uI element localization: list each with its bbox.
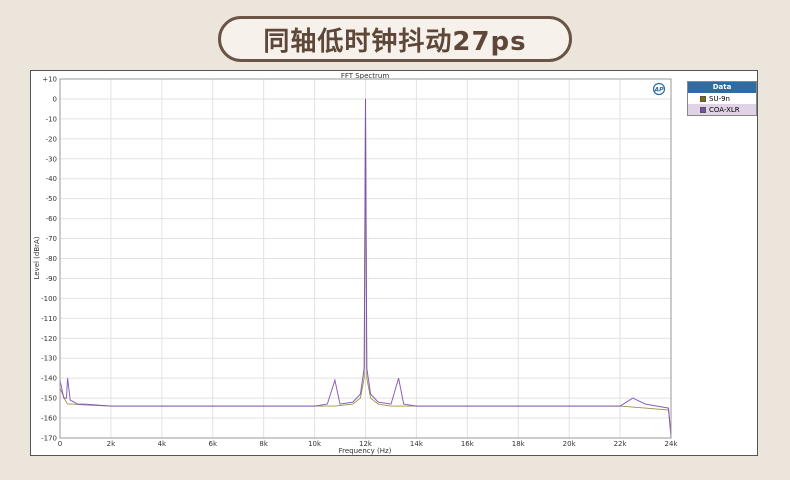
fft-chart: FFT Spectrum +100-10-20-30-40-50-60-70-8…: [33, 72, 679, 455]
y-tick-label: -100: [41, 295, 57, 303]
y-tick-label: -20: [46, 135, 57, 143]
y-tick-label: -60: [46, 215, 57, 223]
y-tick-label: -70: [46, 235, 57, 243]
y-tick-label: -120: [41, 335, 57, 343]
x-tick-label: 22k: [614, 440, 628, 448]
y-tick-label: -10: [46, 115, 57, 123]
legend-swatch-su9n: [700, 95, 706, 102]
x-tick-label: 0: [58, 440, 62, 448]
y-axis-label: Level (dBrA): [33, 236, 41, 279]
y-tick-label: -160: [41, 415, 57, 423]
x-tick-label: 8k: [259, 440, 268, 448]
x-axis-label: Frequency (Hz): [339, 447, 392, 455]
ap-logo-text: AP: [653, 87, 664, 94]
x-tick-label: 2k: [107, 440, 116, 448]
y-tick-label: -90: [46, 275, 57, 283]
y-tick-label: -110: [41, 315, 57, 323]
x-tick-label: 14k: [410, 440, 424, 448]
y-tick-label: +10: [42, 76, 57, 84]
x-tick-label: 10k: [308, 440, 322, 448]
x-tick-label: 24k: [665, 440, 679, 448]
y-tick-label: -150: [41, 395, 57, 403]
x-tick-label: 6k: [208, 440, 217, 448]
y-tick-labels: +10 0 -10 -20 -30 -40 -50 -60 -70 -80 -90 -100 -110 -…: [41, 76, 57, 443]
legend-swatch-coa-xlr: [700, 106, 706, 113]
y-tick-label: -130: [41, 355, 57, 363]
legend-item-su9n[interactable]: SU-9n: [688, 93, 756, 104]
legend-label-su9n: SU-9n: [709, 94, 730, 103]
legend-title: Data: [688, 82, 756, 93]
legend-item-coa-xlr[interactable]: COA-XLR: [688, 104, 756, 115]
x-tick-label: 16k: [461, 440, 475, 448]
legend: Data SU-9n COA-XLR: [687, 81, 757, 116]
ap-logo-icon: AP: [652, 82, 666, 96]
y-tick-label: -50: [46, 195, 57, 203]
banner-title: 同轴低时钟抖动27ps: [218, 16, 572, 62]
y-tick-label: -170: [41, 435, 57, 443]
x-tick-label: 4k: [158, 440, 167, 448]
y-tick-label: 0: [53, 95, 57, 103]
legend-label-coa-xlr: COA-XLR: [709, 105, 740, 114]
y-tick-label: -30: [46, 155, 57, 163]
y-tick-label: -80: [46, 255, 57, 263]
x-tick-label: 20k: [563, 440, 577, 448]
x-tick-label: 18k: [512, 440, 526, 448]
y-tick-label: -40: [46, 175, 57, 183]
y-tick-label: -140: [41, 375, 57, 383]
fft-chart-panel: FFT Spectrum +10 0 -10 -20 -30 -40 -50 -60 -70 -8…: [30, 70, 758, 456]
